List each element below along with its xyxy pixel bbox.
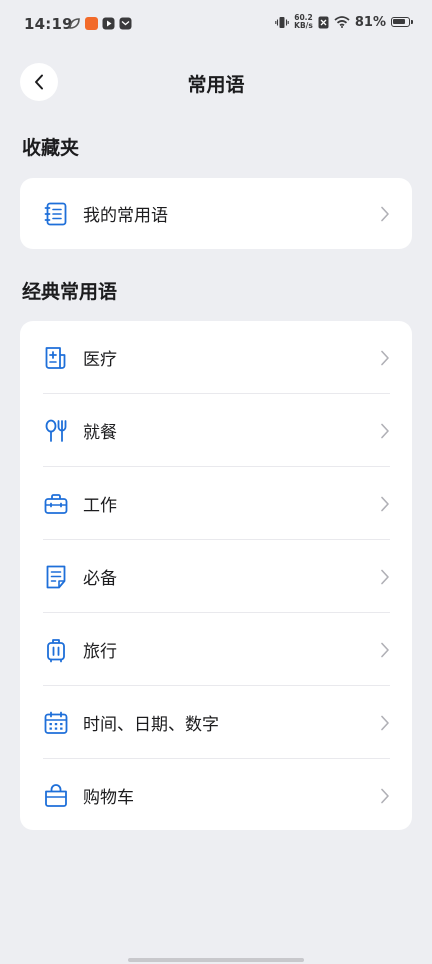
classic-section-title: 经典常用语: [22, 281, 118, 303]
document-icon: [43, 564, 69, 590]
battery-icon: [391, 17, 413, 27]
list-item-label: 医疗: [83, 350, 117, 370]
orange-app-icon: [85, 17, 98, 30]
leaf-app-icon: [69, 18, 80, 29]
wifi-icon: [334, 16, 350, 28]
battery-percent: 81%: [354, 14, 386, 30]
chevron-right-icon: [381, 788, 389, 803]
list-item-label: 必备: [83, 569, 117, 589]
list-item-label: 时间、日期、数字: [83, 715, 219, 735]
list-item-travel[interactable]: 旅行: [20, 613, 412, 686]
favorites-section-title: 收藏夹: [22, 137, 80, 159]
list-item-label: 旅行: [83, 642, 117, 662]
list-item-essentials[interactable]: 必备: [20, 540, 412, 613]
chevron-right-icon: [381, 350, 389, 365]
list-item-dining[interactable]: 就餐: [20, 394, 412, 467]
chevron-right-icon: [381, 206, 389, 221]
page-title: 常用语: [187, 74, 245, 96]
mail-app-icon: [119, 17, 132, 30]
classic-card: 医疗 就餐 工作 必备 旅行 时间、日期、数字 购物车: [20, 321, 412, 830]
status-bar: 14:19 60.2 KB/s 81%: [0, 0, 432, 50]
list-item-label: 就餐: [83, 423, 117, 443]
list-item-shopping-cart[interactable]: 购物车: [20, 759, 412, 830]
network-speed-unit: KB/s: [294, 21, 313, 30]
list-item-time-date-number[interactable]: 时间、日期、数字: [20, 686, 412, 759]
dining-icon: [43, 418, 69, 444]
list-item-label: 工作: [83, 496, 117, 516]
notification-icons: [68, 17, 132, 30]
briefcase-icon: [43, 491, 69, 517]
chevron-right-icon: [381, 642, 389, 657]
list-item-label: 购物车: [83, 788, 134, 808]
list-item-my-phrases[interactable]: 我的常用语: [20, 178, 412, 249]
luggage-icon: [43, 637, 69, 663]
home-indicator[interactable]: [128, 958, 304, 962]
chevron-right-icon: [381, 423, 389, 438]
list-item-work[interactable]: 工作: [20, 467, 412, 540]
chevron-right-icon: [381, 715, 389, 730]
favorites-card: 我的常用语: [20, 178, 412, 249]
shopping-bag-icon: [43, 783, 69, 809]
status-time: 14:19: [24, 15, 73, 33]
list-item-label: 我的常用语: [83, 206, 168, 226]
vibrate-icon: [275, 16, 289, 28]
medical-icon: [43, 345, 69, 371]
list-item-medical[interactable]: 医疗: [20, 321, 412, 394]
play-app-icon: [102, 17, 115, 30]
network-speed: 60.2 KB/s: [294, 14, 313, 30]
chevron-right-icon: [381, 569, 389, 584]
status-right: 60.2 KB/s 81%: [275, 14, 413, 30]
calendar-icon: [43, 710, 69, 736]
notebook-icon: [43, 201, 69, 227]
chevron-right-icon: [381, 496, 389, 511]
sim-off-icon: [318, 16, 329, 28]
